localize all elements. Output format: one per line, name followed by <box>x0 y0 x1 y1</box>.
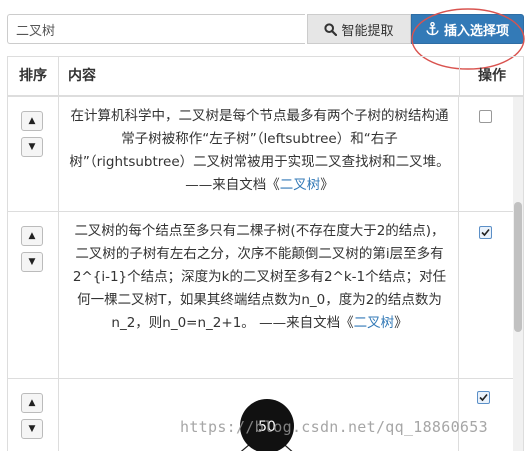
smart-extract-button[interactable]: 智能提取 <box>307 14 411 44</box>
move-down-button[interactable]: ▼ <box>21 137 43 157</box>
move-down-button[interactable]: ▼ <box>21 419 43 439</box>
row-checkbox[interactable] <box>477 391 490 404</box>
move-up-button[interactable]: ▲ <box>21 226 43 246</box>
watermark-text: https://blog.csdn.net/qq_18860653 <box>180 418 488 436</box>
triangle-down-icon: ▼ <box>28 257 36 267</box>
checkmark-icon <box>479 393 488 402</box>
scrollbar-thumb[interactable] <box>514 202 522 332</box>
checkmark-icon <box>481 228 490 237</box>
insert-selected-label: 插入选择项 <box>443 23 509 39</box>
vertical-scrollbar[interactable] <box>513 97 523 451</box>
table-header: 排序 内容 操作 <box>8 57 523 97</box>
toolbar: 智能提取 插入选择项 <box>0 0 531 46</box>
content-cell: 二叉树的每个结点至多只有二棵子树(不存在度大于2的结点)，二叉树的子树有左右之分… <box>59 212 459 378</box>
search-input[interactable] <box>7 14 305 44</box>
row-checkbox[interactable] <box>479 110 492 123</box>
row-text: 二叉树的每个结点至多只有二棵子树(不存在度大于2的结点)，二叉树的子树有左右之分… <box>72 223 447 331</box>
sort-cell: ▲ ▼ <box>8 379 59 451</box>
table-row: ▲ ▼ 50 <box>8 379 523 451</box>
doc-link[interactable]: 二叉树 <box>280 177 321 193</box>
anchor-icon <box>426 22 439 36</box>
content-cell: 在计算机科学中，二叉树是每个节点最多有两个子树的树结构通常子树被称作“左子树”（… <box>59 97 459 211</box>
triangle-up-icon: ▲ <box>28 231 36 241</box>
triangle-down-icon: ▼ <box>28 142 36 152</box>
sort-cell: ▲ ▼ <box>8 97 59 211</box>
table-row: ▲ ▼ 在计算机科学中，二叉树是每个节点最多有两个子树的树结构通常子树被称作“左… <box>8 97 523 212</box>
results-table: 排序 内容 操作 ▲ ▼ 在计算机科学中，二叉树是每个节点最多有两个子树的树结构… <box>7 56 524 451</box>
content-cell: 50 <box>59 379 459 451</box>
header-op: 操作 <box>459 57 523 95</box>
row-text: 在计算机科学中，二叉树是每个节点最多有两个子树的树结构通常子树被称作“左子树”（… <box>69 108 450 193</box>
triangle-up-icon: ▲ <box>28 398 36 408</box>
sort-cell: ▲ ▼ <box>8 212 59 378</box>
search-icon <box>324 22 338 36</box>
header-content: 内容 <box>68 68 96 84</box>
move-up-button[interactable]: ▲ <box>21 393 43 413</box>
table-row: ▲ ▼ 二叉树的每个结点至多只有二棵子树(不存在度大于2的结点)，二叉树的子树有… <box>8 212 523 379</box>
insert-selected-button[interactable]: 插入选择项 <box>411 14 524 44</box>
header-sort: 排序 <box>8 57 59 95</box>
doc-link[interactable]: 二叉树 <box>354 315 395 331</box>
triangle-up-icon: ▲ <box>28 116 36 126</box>
triangle-down-icon: ▼ <box>28 424 36 434</box>
row-checkbox[interactable] <box>479 226 492 239</box>
move-down-button[interactable]: ▼ <box>21 252 43 272</box>
smart-extract-label: 智能提取 <box>341 23 394 39</box>
move-up-button[interactable]: ▲ <box>21 111 43 131</box>
